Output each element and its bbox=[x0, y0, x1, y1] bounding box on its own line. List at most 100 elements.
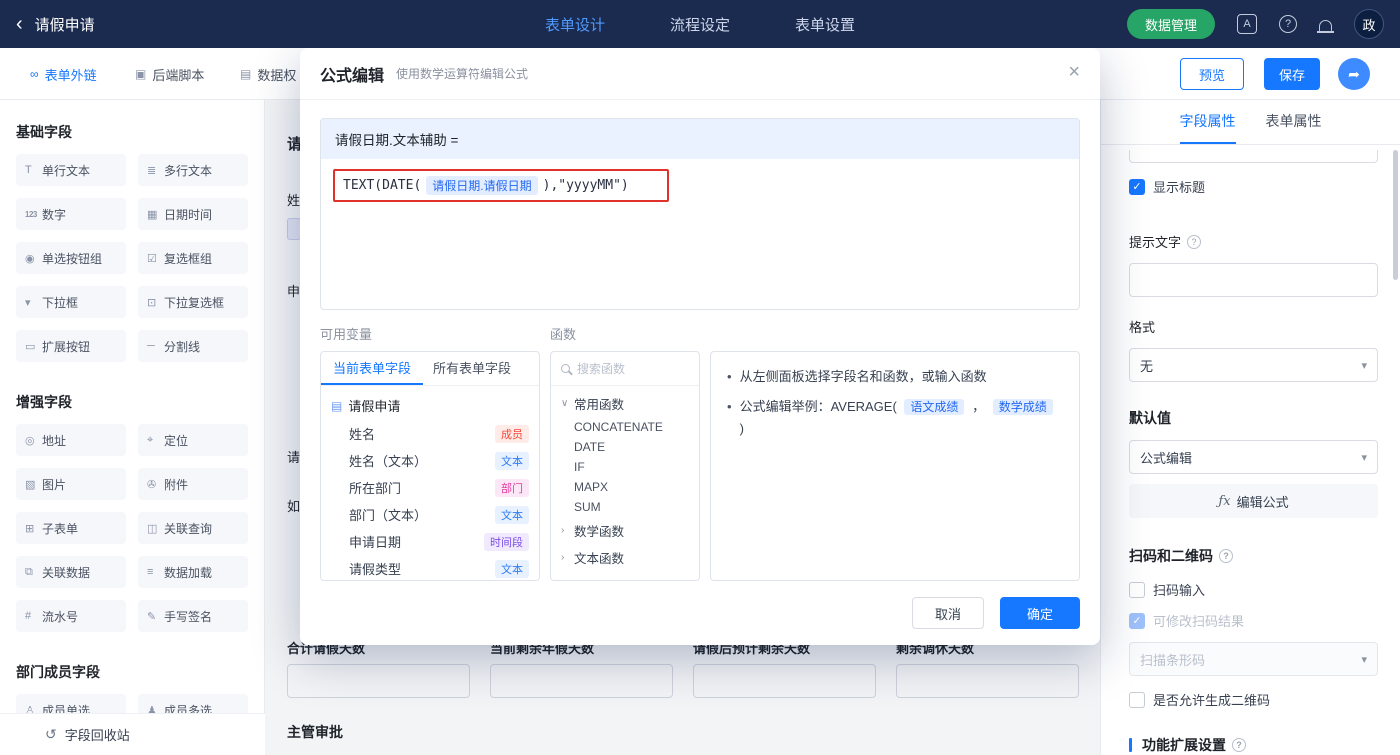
form-external-link-button[interactable]: ∞ 表单外链 bbox=[30, 48, 97, 100]
field-button-number[interactable]: 123 数字 bbox=[16, 198, 126, 230]
variable-row[interactable]: 请假类型 文本 bbox=[321, 555, 539, 580]
notification-bell-icon[interactable] bbox=[1317, 18, 1334, 33]
cancel-button[interactable]: 取消 bbox=[912, 597, 984, 629]
function-item[interactable]: CONCATENATE bbox=[551, 417, 699, 437]
variable-row[interactable]: 所在部门 部门 bbox=[321, 474, 539, 501]
help-line-1: • 从左侧面板选择字段名和函数，或输入函数 bbox=[727, 366, 1063, 388]
show-title-checkbox-row[interactable]: ✓ 显示标题 bbox=[1129, 177, 1378, 196]
chevron-collapsed-icon: › bbox=[561, 525, 565, 536]
help-icon[interactable]: ? bbox=[1279, 15, 1297, 33]
question-icon[interactable]: ? bbox=[1219, 549, 1233, 563]
preview-button[interactable]: 预览 bbox=[1180, 58, 1244, 90]
data-permission-button[interactable]: ▤ 数据权 bbox=[240, 48, 296, 100]
tab-field-properties[interactable]: 字段属性 bbox=[1179, 100, 1236, 144]
checkbox-checked-disabled-icon: ✓ bbox=[1129, 612, 1145, 629]
name-label-fragment: 姓 bbox=[287, 193, 301, 208]
field-button-multi-line-text[interactable]: ≣ 多行文本 bbox=[138, 154, 248, 186]
field-button-extend-button[interactable]: ▭ 扩展按钮 bbox=[16, 330, 126, 362]
tab-form-properties[interactable]: 表单属性 bbox=[1266, 100, 1322, 144]
field-button-location[interactable]: ⌖ 定位 bbox=[138, 424, 248, 456]
field-button-divider[interactable]: ─ 分割线 bbox=[138, 330, 248, 362]
address-icon: ◎ bbox=[25, 434, 35, 447]
total-leave-days-input[interactable] bbox=[287, 664, 470, 698]
form-node[interactable]: ▤ 请假申请 bbox=[321, 391, 539, 420]
field-button-linked-query[interactable]: ◫ 关联查询 bbox=[138, 512, 248, 544]
checkbox-unchecked-icon[interactable] bbox=[1129, 581, 1145, 598]
tab-current-form-fields[interactable]: 当前表单字段 bbox=[321, 352, 424, 385]
variable-row[interactable]: 姓名（文本） 文本 bbox=[321, 447, 539, 474]
edit-formula-button[interactable]: ƒx 编辑公式 bbox=[1129, 484, 1378, 518]
field-button-single-line-text[interactable]: T 单行文本 bbox=[16, 154, 126, 186]
variable-row[interactable]: 姓名 成员 bbox=[321, 420, 539, 447]
formula-editor[interactable]: 请假日期.文本辅助 = TEXT(DATE( 请假日期.请假日期 ),"yyyy… bbox=[320, 118, 1080, 310]
default-value-select[interactable]: 公式编辑 ▾ bbox=[1129, 440, 1378, 474]
field-type-tag: 时间段 bbox=[484, 532, 529, 551]
member-chip-fragment bbox=[287, 218, 301, 240]
formula-field-chip[interactable]: 请假日期.请假日期 bbox=[426, 176, 538, 195]
field-button-attachment[interactable]: ✇ 附件 bbox=[138, 468, 248, 500]
field-button-data-load[interactable]: ≡ 数据加载 bbox=[138, 556, 248, 588]
field-button-dropdown[interactable]: ▾ 下拉框 bbox=[16, 286, 126, 318]
save-button[interactable]: 保存 bbox=[1264, 58, 1320, 90]
function-item[interactable]: DATE bbox=[551, 437, 699, 457]
formula-input-area[interactable]: TEXT(DATE( 请假日期.请假日期 ),"yyyyMM") bbox=[321, 159, 1079, 309]
field-button-serial-number[interactable]: # 流水号 bbox=[16, 600, 126, 632]
question-icon[interactable]: ? bbox=[1232, 738, 1246, 752]
remaining-annual-days-input[interactable] bbox=[490, 664, 673, 698]
function-item[interactable]: MAPX bbox=[551, 477, 699, 497]
field-button-datetime[interactable]: ▦ 日期时间 bbox=[138, 198, 248, 230]
share-button[interactable]: ➦ bbox=[1338, 58, 1370, 90]
qr-allow-checkbox-row[interactable]: 是否允许生成二维码 bbox=[1129, 690, 1378, 709]
field-button-linked-data[interactable]: ⧉ 关联数据 bbox=[16, 556, 126, 588]
checkbox-unchecked-icon[interactable] bbox=[1129, 691, 1145, 708]
hint-text-input[interactable] bbox=[1129, 263, 1378, 297]
field-button-address[interactable]: ◎ 地址 bbox=[16, 424, 126, 456]
confirm-button[interactable]: 确定 bbox=[1000, 597, 1080, 629]
shield-icon: ▤ bbox=[240, 67, 252, 81]
tab-flow-setting[interactable]: 流程设定 bbox=[670, 14, 730, 35]
help-line-2: • 公式编辑举例：AVERAGE( 语文成绩 ， 数学成绩 ) bbox=[727, 396, 1063, 440]
scan-input-checkbox-row[interactable]: 扫码输入 bbox=[1129, 580, 1378, 599]
tab-form-design[interactable]: 表单设计 bbox=[545, 14, 605, 35]
tab-all-form-fields[interactable]: 所有表单字段 bbox=[423, 352, 521, 385]
question-icon[interactable]: ? bbox=[1187, 234, 1202, 249]
field-type-tag: 文本 bbox=[495, 451, 529, 470]
script-icon: ▣ bbox=[135, 67, 147, 81]
divider-icon: ─ bbox=[147, 340, 155, 352]
checkbox-checked-icon[interactable]: ✓ bbox=[1129, 178, 1145, 195]
field-button-signature[interactable]: ✎ 手写签名 bbox=[138, 600, 248, 632]
image-icon: ▧ bbox=[25, 478, 36, 491]
formula-text-post: ),"yyyyMM") bbox=[542, 178, 629, 193]
example-field-chip: 数学成绩 bbox=[992, 399, 1053, 415]
language-icon[interactable]: A bbox=[1237, 14, 1257, 34]
linked-data-icon: ⧉ bbox=[25, 565, 33, 578]
variable-row[interactable]: 部门（文本） 文本 bbox=[321, 501, 539, 528]
backend-script-button[interactable]: ▣ 后端脚本 bbox=[135, 48, 204, 100]
group-common-functions[interactable]: ∨ 常用函数 bbox=[551, 390, 699, 417]
group-text-functions[interactable]: › 文本函数 bbox=[551, 544, 699, 571]
function-search-input[interactable] bbox=[577, 361, 689, 376]
function-item[interactable]: IF bbox=[551, 457, 699, 477]
field-recycle-bin[interactable]: ↺ 字段回收站 bbox=[0, 713, 265, 755]
format-select[interactable]: 无 ▾ bbox=[1129, 348, 1378, 382]
remaining-comp-days-input[interactable] bbox=[896, 664, 1079, 698]
variable-row[interactable]: 申请日期 时间段 bbox=[321, 528, 539, 555]
predicted-remaining-days-input[interactable] bbox=[693, 664, 876, 698]
avatar[interactable]: 政 bbox=[1354, 9, 1384, 39]
close-icon[interactable]: × bbox=[1068, 62, 1080, 82]
field-button-dropdown-multi[interactable]: ⊡ 下拉复选框 bbox=[138, 286, 248, 318]
function-search[interactable] bbox=[551, 352, 699, 386]
tab-form-setting[interactable]: 表单设置 bbox=[795, 14, 855, 35]
field-remaining-comp-days: 剩余调休天数 bbox=[896, 638, 1079, 698]
field-button-subform[interactable]: ⊞ 子表单 bbox=[16, 512, 126, 544]
column-labels: 可用变量 函数 bbox=[320, 324, 1080, 343]
field-button-radio-group[interactable]: ◉ 单选按钮组 bbox=[16, 242, 126, 274]
field-button-checkbox-group[interactable]: ☑ 复选框组 bbox=[138, 242, 248, 274]
data-manage-button[interactable]: 数据管理 bbox=[1126, 9, 1215, 39]
group-math-functions[interactable]: › 数学函数 bbox=[551, 517, 699, 544]
functions-box: ∨ 常用函数 CONCATENATE DATE IF MAPX SUM › 数学… bbox=[550, 351, 700, 581]
function-item[interactable]: SUM bbox=[551, 497, 699, 517]
button-icon: ▭ bbox=[25, 340, 36, 353]
panel-scrollbar[interactable] bbox=[1393, 150, 1398, 280]
field-button-image[interactable]: ▧ 图片 bbox=[16, 468, 126, 500]
